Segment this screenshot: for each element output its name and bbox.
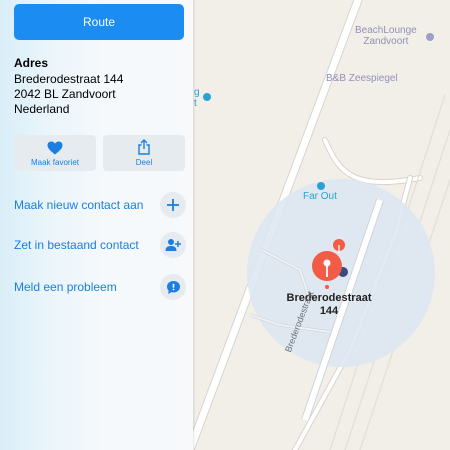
address-line-street: Brederodestraat 144: [14, 72, 124, 86]
plus-icon: [160, 192, 186, 218]
poi-beachlounge-icon[interactable]: [426, 33, 434, 41]
existing-contact-label: Zet in bestaand contact: [14, 238, 139, 252]
poi-beachlounge-line2: Zandvoort: [363, 36, 409, 47]
report-problem-label: Meld een probleem: [14, 280, 117, 294]
marker-label-line1: Brederodestraat: [286, 292, 372, 304]
new-contact-row[interactable]: Maak nieuw contact aan: [14, 192, 186, 218]
add-contact-icon: [160, 232, 186, 258]
poi-partial-label[interactable]: g t: [194, 87, 200, 109]
existing-contact-row[interactable]: Zet in bestaand contact: [14, 232, 186, 258]
address-title: Adres: [14, 56, 49, 70]
favorite-button[interactable]: Maak favoriet: [14, 135, 96, 171]
address-line-country: Nederland: [14, 102, 70, 116]
favorite-label: Maak favoriet: [30, 158, 80, 167]
place-detail-panel: Route Adres Brederodestraat 144 2042 BL …: [0, 0, 193, 450]
poi-beachlounge-label[interactable]: BeachLounge Zandvoort: [355, 25, 417, 47]
share-label: Deel: [135, 158, 153, 167]
marker-label[interactable]: Brederodestraat 144: [279, 292, 379, 318]
poi-bnb-label[interactable]: B&B Zeespiegel: [326, 73, 398, 84]
heart-icon: [47, 141, 63, 155]
poi-beachlounge-line1: BeachLounge: [355, 25, 417, 36]
poi-partial-line1: g: [194, 87, 200, 98]
report-bubble-icon: [160, 274, 186, 300]
poi-partial-line2: t: [194, 98, 197, 109]
report-problem-row[interactable]: Meld een probleem: [14, 274, 186, 300]
share-button[interactable]: Deel: [103, 135, 185, 171]
route-button[interactable]: Route: [14, 4, 184, 40]
address-line-city: 2042 BL Zandvoort: [14, 87, 116, 101]
poi-farout-icon[interactable]: [317, 182, 325, 190]
poi-farout-label[interactable]: Far Out: [303, 191, 337, 202]
poi-partial-icon[interactable]: [203, 93, 211, 101]
marker-label-line2: 144: [319, 305, 339, 317]
share-icon: [138, 139, 150, 155]
new-contact-label: Maak nieuw contact aan: [14, 198, 144, 212]
